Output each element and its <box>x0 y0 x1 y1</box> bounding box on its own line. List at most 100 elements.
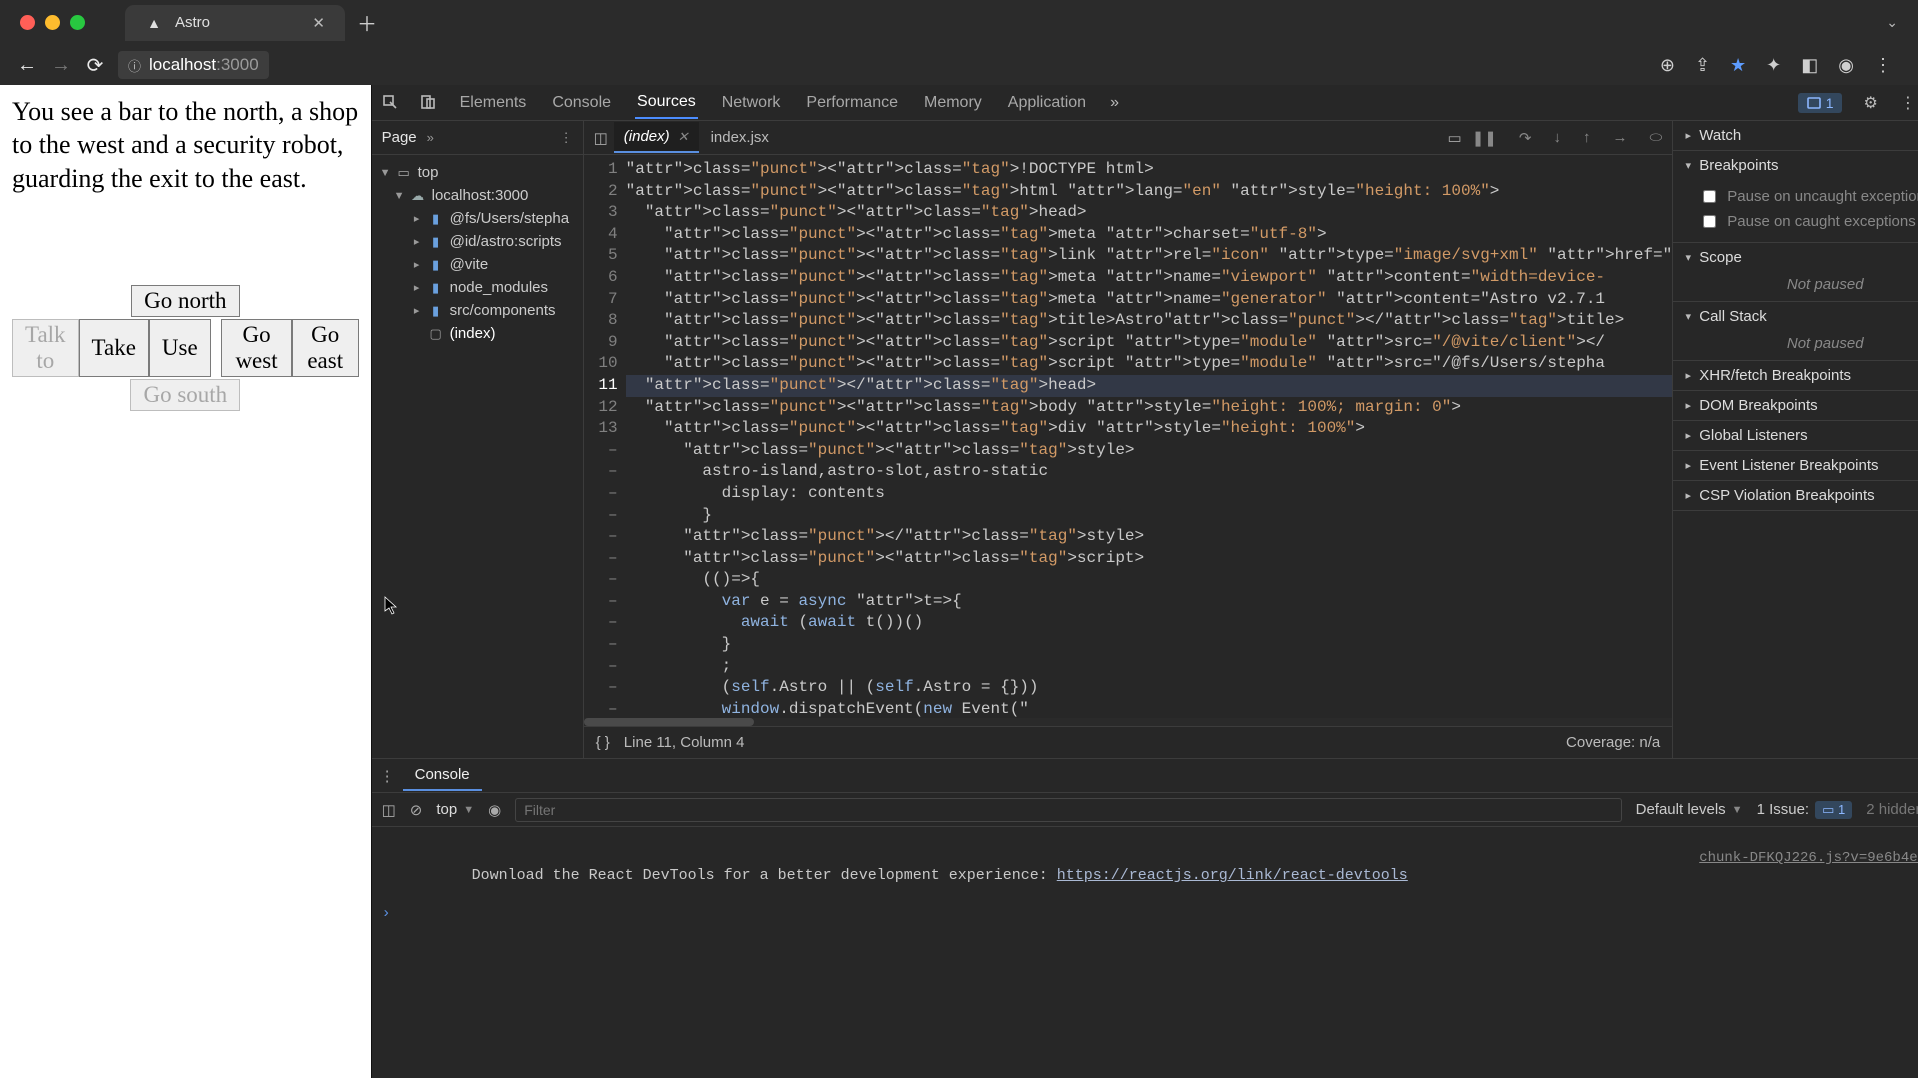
go-north-button[interactable]: Go north <box>131 285 239 317</box>
address-bar[interactable]: ⓘ localhost:3000 <box>118 51 269 79</box>
extensions-icon[interactable]: ✦ <box>1766 55 1781 76</box>
reload-button[interactable]: ⟳ <box>84 53 106 78</box>
maximize-window-button[interactable] <box>70 15 85 30</box>
clear-console-icon[interactable]: ⊘ <box>410 801 423 819</box>
tree-host[interactable]: localhost:3000 <box>432 187 529 204</box>
panel-tab-sources[interactable]: Sources <box>635 87 698 119</box>
mouse-cursor-icon <box>384 596 398 616</box>
site-info-icon[interactable]: ⓘ <box>128 56 141 75</box>
global-listeners-section[interactable]: ▸Global Listeners <box>1673 421 1918 450</box>
drawer-menu-icon[interactable]: ⋮ <box>380 767 395 785</box>
console-filter-input[interactable] <box>515 798 1621 822</box>
log-link[interactable]: https://reactjs.org/link/react-devtools <box>1057 867 1408 884</box>
scope-section[interactable]: ▾Scope <box>1673 243 1918 272</box>
close-window-button[interactable] <box>20 15 35 30</box>
toolbar-actions: ⊕ ⇪ ★ ✦ ◧ ◉ ⋮ <box>1660 55 1902 76</box>
browser-tab-active[interactable]: ▲ Astro ✕ <box>125 5 345 41</box>
devtools-menu-icon[interactable]: ⋮ <box>1900 93 1916 113</box>
breakpoints-section[interactable]: ▾Breakpoints <box>1673 151 1918 180</box>
pretty-print-icon[interactable]: { } <box>596 734 610 751</box>
editor-status-bar: { } Line 11, Column 4 Coverage: n/a <box>584 726 1673 758</box>
inspect-icon[interactable] <box>382 94 398 112</box>
tree-top[interactable]: top <box>418 164 439 181</box>
console-sidebar-icon[interactable]: ◫ <box>382 801 396 819</box>
take-button[interactable]: Take <box>79 319 149 377</box>
settings-icon[interactable]: ⚙ <box>1864 93 1878 113</box>
sidepanel-icon[interactable]: ◧ <box>1801 55 1818 76</box>
issues-badge[interactable]: 1 <box>1798 93 1842 113</box>
pause-uncaught-checkbox[interactable]: Pause on uncaught exceptions <box>1699 184 1918 209</box>
forward-button[interactable]: → <box>50 54 72 77</box>
tree-folder[interactable]: @id/astro:scripts <box>450 233 562 250</box>
go-east-button[interactable]: Go east <box>292 319 359 377</box>
panel-tab-network[interactable]: Network <box>720 88 783 118</box>
show-more-icon[interactable]: ▭ <box>1444 129 1466 147</box>
source-tab-indexjsx[interactable]: index.jsx <box>701 123 779 152</box>
context-selector[interactable]: top▼ <box>436 801 474 818</box>
tree-folder[interactable]: node_modules <box>450 279 548 296</box>
panel-tab-elements[interactable]: Elements <box>458 88 529 118</box>
source-editor: ◫ (index)✕ index.jsx ▭ ❚❚ ↷ ↓ ↑ → <box>584 121 1674 758</box>
talk-to-button[interactable]: Talk to <box>12 319 79 377</box>
bookmark-icon[interactable]: ★ <box>1730 55 1746 76</box>
navigator-tab-page[interactable]: Page <box>382 129 417 146</box>
menu-icon[interactable]: ⋮ <box>1874 55 1892 76</box>
code-view[interactable]: 12345678910111213––––––––––––––––––– "at… <box>584 155 1673 718</box>
more-panels-icon[interactable]: » <box>1110 94 1119 112</box>
navigator-more-icon[interactable]: » <box>427 130 434 145</box>
console-drawer: ⋮ Console ✕ ◫ ⊘ top▼ ◉ Default levels▼ 1… <box>372 758 1918 1078</box>
step-over-icon[interactable]: ↷ <box>1515 129 1536 147</box>
tab-list-button[interactable]: ⌄ <box>1876 14 1908 31</box>
log-levels-selector[interactable]: Default levels▼ <box>1636 801 1743 818</box>
step-out-icon[interactable]: ↑ <box>1579 129 1595 146</box>
step-into-icon[interactable]: ↓ <box>1549 129 1565 146</box>
back-button[interactable]: ← <box>16 54 38 77</box>
game-description: You see a bar to the north, a shop to th… <box>12 95 359 195</box>
tree-folder[interactable]: @fs/Users/stepha <box>450 210 569 227</box>
xhr-bp-section[interactable]: ▸XHR/fetch Breakpoints <box>1673 361 1918 390</box>
tree-folder[interactable]: src/components <box>450 302 556 319</box>
close-tab-icon[interactable]: ✕ <box>678 129 689 145</box>
step-icon[interactable]: → <box>1608 129 1631 146</box>
use-button[interactable]: Use <box>149 319 211 377</box>
hidden-count[interactable]: 2 hidden <box>1866 801 1918 818</box>
dom-bp-section[interactable]: ▸DOM Breakpoints <box>1673 391 1918 420</box>
go-west-button[interactable]: Go west <box>221 319 292 377</box>
panel-tab-console[interactable]: Console <box>550 88 613 118</box>
panel-tab-memory[interactable]: Memory <box>922 88 984 118</box>
horizontal-scrollbar[interactable] <box>584 718 1673 726</box>
callstack-section[interactable]: ▾Call Stack <box>1673 302 1918 331</box>
profile-icon[interactable]: ◉ <box>1838 55 1854 76</box>
console-toolbar: ◫ ⊘ top▼ ◉ Default levels▼ 1 Issue: ▭ 1 … <box>372 793 1918 827</box>
tree-file-index[interactable]: (index) <box>450 325 496 342</box>
watch-section[interactable]: ▸Watch <box>1673 121 1918 150</box>
csp-bp-section[interactable]: ▸CSP Violation Breakpoints <box>1673 481 1918 510</box>
console-prompt[interactable]: › <box>382 905 1918 922</box>
deactivate-bp-icon[interactable]: ⬭ <box>1645 129 1666 146</box>
go-south-button[interactable]: Go south <box>130 379 240 411</box>
new-tab-button[interactable]: ＋ <box>357 8 377 37</box>
code-content[interactable]: "attr">class="punct"><"attr">class="tag"… <box>626 155 1673 718</box>
tab-close-icon[interactable]: ✕ <box>312 14 325 32</box>
toggle-nav-icon[interactable]: ◫ <box>590 129 612 147</box>
navigator-menu-icon[interactable]: ⋮ <box>560 130 573 146</box>
console-output[interactable]: chunk-DFKQJ226.js?v=9e6b4e8c:8 Download … <box>372 827 1918 1078</box>
zoom-icon[interactable]: ⊕ <box>1660 55 1675 76</box>
minimize-window-button[interactable] <box>45 15 60 30</box>
live-expression-icon[interactable]: ◉ <box>488 801 501 819</box>
drawer-tab-console[interactable]: Console <box>403 760 482 791</box>
event-bp-section[interactable]: ▸Event Listener Breakpoints <box>1673 451 1918 480</box>
cursor-position: Line 11, Column 4 <box>624 734 745 751</box>
log-source-link[interactable]: chunk-DFKQJ226.js?v=9e6b4e8c:8 <box>1699 850 1918 866</box>
devtools-toolbar: Elements Console Sources Network Perform… <box>372 85 1918 121</box>
pause-icon[interactable]: ❚❚ <box>1468 129 1501 147</box>
device-toggle-icon[interactable] <box>420 94 436 112</box>
console-issues[interactable]: 1 Issue: ▭ 1 <box>1757 801 1853 819</box>
share-icon[interactable]: ⇪ <box>1695 55 1710 76</box>
file-tree[interactable]: ▼▭top ▼☁localhost:3000 ▸▮@fs/Users/steph… <box>372 155 583 758</box>
panel-tab-application[interactable]: Application <box>1006 88 1088 118</box>
tree-folder[interactable]: @vite <box>450 256 489 273</box>
source-tab-index[interactable]: (index)✕ <box>614 122 699 153</box>
panel-tab-performance[interactable]: Performance <box>804 88 900 118</box>
pause-caught-checkbox[interactable]: Pause on caught exceptions <box>1699 209 1918 234</box>
